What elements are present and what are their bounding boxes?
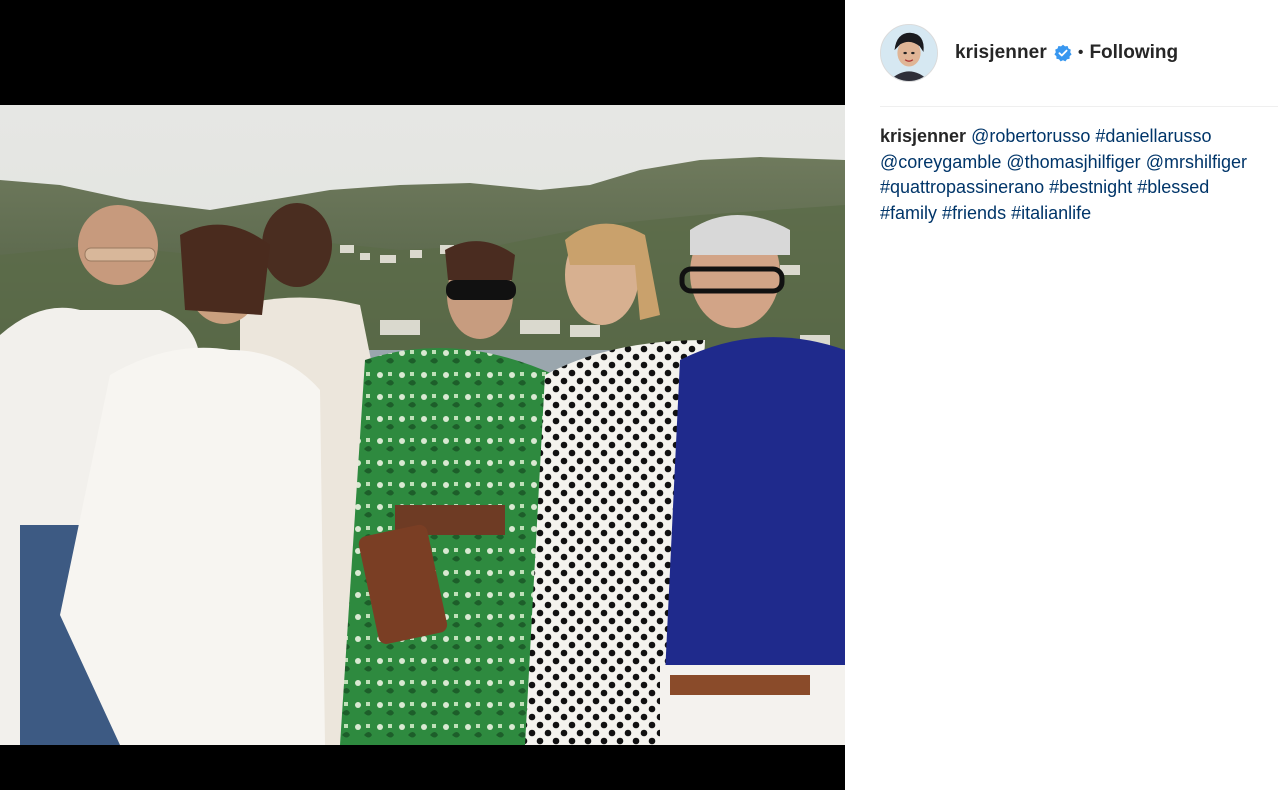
- post-header: krisjenner • Following: [880, 0, 1278, 107]
- instagram-post: krisjenner • Following krisjenner @rober…: [0, 0, 1280, 790]
- caption-mention-link[interactable]: @coreygamble: [880, 152, 1001, 172]
- caption-mention-link[interactable]: @mrshilfiger: [1146, 152, 1247, 172]
- caption-hashtag-link[interactable]: #italianlife: [1011, 203, 1091, 223]
- caption-hashtag-link[interactable]: #family: [880, 203, 937, 223]
- profile-avatar[interactable]: [880, 24, 938, 82]
- caption-hashtag-link[interactable]: #bestnight: [1049, 177, 1132, 197]
- post-photo[interactable]: [0, 105, 845, 745]
- caption-hashtag-link[interactable]: #quattropassinerano: [880, 177, 1044, 197]
- caption-hashtag-link[interactable]: #blessed: [1137, 177, 1209, 197]
- username[interactable]: krisjenner: [955, 42, 1047, 64]
- caption-mention-link[interactable]: @robertorusso: [971, 126, 1090, 146]
- avatar-illustration-icon: [881, 25, 937, 81]
- post-sidebar: krisjenner • Following krisjenner @rober…: [845, 0, 1280, 790]
- caption-hashtag-link[interactable]: #friends: [942, 203, 1006, 223]
- caption-mention-link[interactable]: @thomasjhilfiger: [1006, 152, 1140, 172]
- caption-username[interactable]: krisjenner: [880, 126, 966, 146]
- separator-dot: •: [1077, 44, 1084, 61]
- following-button[interactable]: Following: [1089, 42, 1178, 64]
- caption-hashtag-link[interactable]: #daniellarusso: [1095, 126, 1211, 146]
- post-media: [0, 0, 845, 790]
- verified-badge-icon: [1054, 44, 1072, 62]
- post-caption: krisjenner @robertorusso #daniellarusso …: [880, 124, 1260, 227]
